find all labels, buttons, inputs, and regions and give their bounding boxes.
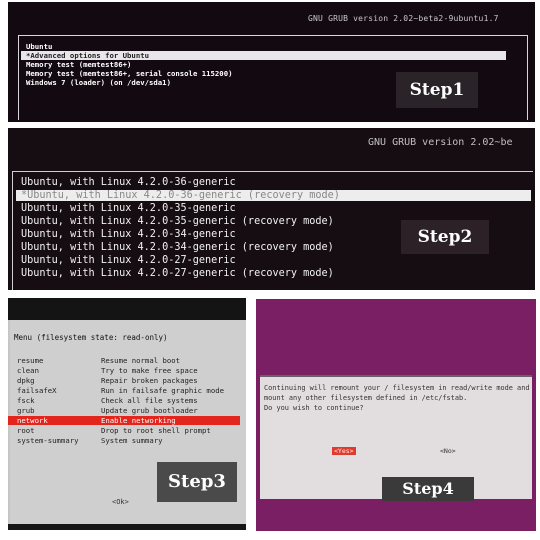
option-description: Try to make free space xyxy=(101,366,198,375)
option-description: Run in failsafe graphic mode xyxy=(101,386,225,395)
option-description: Resume normal boot xyxy=(101,356,181,365)
ok-button[interactable]: <Ok> xyxy=(112,498,129,506)
step2-panel: GNU GRUB version 2.02~be Ubuntu, with Li… xyxy=(8,128,535,290)
option-key: network xyxy=(17,416,48,425)
recovery-option-row[interactable]: dpkg Repair broken packages xyxy=(8,376,240,385)
message-line: Do you wish to continue? xyxy=(264,404,364,412)
recovery-option-row-selected[interactable]: network Enable networking xyxy=(8,416,240,425)
option-description: Repair broken packages xyxy=(101,376,198,385)
option-key: dpkg xyxy=(17,376,35,385)
monitor-bezel xyxy=(8,298,246,320)
grub-entry[interactable]: Memory test (memtest86+, serial console … xyxy=(26,69,232,78)
option-description: Drop to root shell prompt xyxy=(101,426,211,435)
grub-header: GNU GRUB version 2.02~beta2-9ubuntu1.7 xyxy=(308,14,499,23)
grub-entry-selected[interactable]: *Advanced options for Ubuntu xyxy=(21,51,506,60)
grub-entry[interactable]: Ubuntu, with Linux 4.2.0-35-generic xyxy=(21,203,236,214)
option-key: fsck xyxy=(17,396,35,405)
message-line: Continuing will remount your / filesyste… xyxy=(264,384,530,392)
step3-panel: Menu (filesystem state: read-only) resum… xyxy=(8,298,246,530)
option-description: Update grub bootloader xyxy=(101,406,198,415)
option-key: clean xyxy=(17,366,39,375)
step-label: Step1 xyxy=(396,72,478,108)
option-key: resume xyxy=(17,356,44,365)
step4-panel: Continuing will remount your / filesyste… xyxy=(256,299,536,531)
recovery-option-row[interactable]: system-summary System summary xyxy=(8,436,240,445)
confirm-message: Continuing will remount your / filesyste… xyxy=(264,383,530,413)
option-key: root xyxy=(17,426,35,435)
no-button[interactable]: <No> xyxy=(440,447,456,455)
step-label: Step2 xyxy=(401,220,489,254)
grub-entry[interactable]: Ubuntu xyxy=(26,42,52,51)
grub-entry[interactable]: Windows 7 (loader) (on /dev/sda1) xyxy=(26,78,171,87)
yes-button[interactable]: <Yes> xyxy=(332,447,356,455)
step-label: Step4 xyxy=(382,477,474,501)
grub-entry[interactable]: Ubuntu, with Linux 4.2.0-34-generic xyxy=(21,229,236,240)
grub-entry[interactable]: Ubuntu, with Linux 4.2.0-34-generic (rec… xyxy=(21,242,334,253)
grub-entry[interactable]: Ubuntu, with Linux 4.2.0-36-generic xyxy=(21,177,236,188)
recovery-option-row[interactable]: failsafeX Run in failsafe graphic mode xyxy=(8,386,240,395)
option-key: system-summary xyxy=(17,436,79,445)
step1-panel: GNU GRUB version 2.02~beta2-9ubuntu1.7 U… xyxy=(8,2,535,122)
message-line: mount any other filesystem defined in /e… xyxy=(264,394,468,402)
recovery-option-row[interactable]: grub Update grub bootloader xyxy=(8,406,240,415)
recovery-option-row[interactable]: fsck Check all file systems xyxy=(8,396,240,405)
monitor-bezel-bottom xyxy=(8,524,246,530)
recovery-option-row[interactable]: clean Try to make free space xyxy=(8,366,240,375)
recovery-option-row[interactable]: resume Resume normal boot xyxy=(8,356,240,365)
grub-header: GNU GRUB version 2.02~be xyxy=(368,137,513,148)
grub-entry[interactable]: Ubuntu, with Linux 4.2.0-27-generic (rec… xyxy=(21,268,334,279)
option-key: failsafeX xyxy=(17,386,57,395)
option-description: Enable networking xyxy=(101,416,176,425)
grub-entry-selected[interactable]: *Ubuntu, with Linux 4.2.0-36-generic (re… xyxy=(16,190,531,201)
option-description: Check all file systems xyxy=(101,396,198,405)
option-description: System summary xyxy=(101,436,163,445)
step-label: Step3 xyxy=(157,462,237,502)
recovery-menu-title: Menu (filesystem state: read-only) xyxy=(14,333,168,342)
option-key: grub xyxy=(17,406,35,415)
grub-entry[interactable]: Ubuntu, with Linux 4.2.0-35-generic (rec… xyxy=(21,216,334,227)
recovery-option-row[interactable]: root Drop to root shell prompt xyxy=(8,426,240,435)
grub-entry[interactable]: Memory test (memtest86+) xyxy=(26,60,131,69)
grub-entry[interactable]: Ubuntu, with Linux 4.2.0-27-generic xyxy=(21,255,236,266)
